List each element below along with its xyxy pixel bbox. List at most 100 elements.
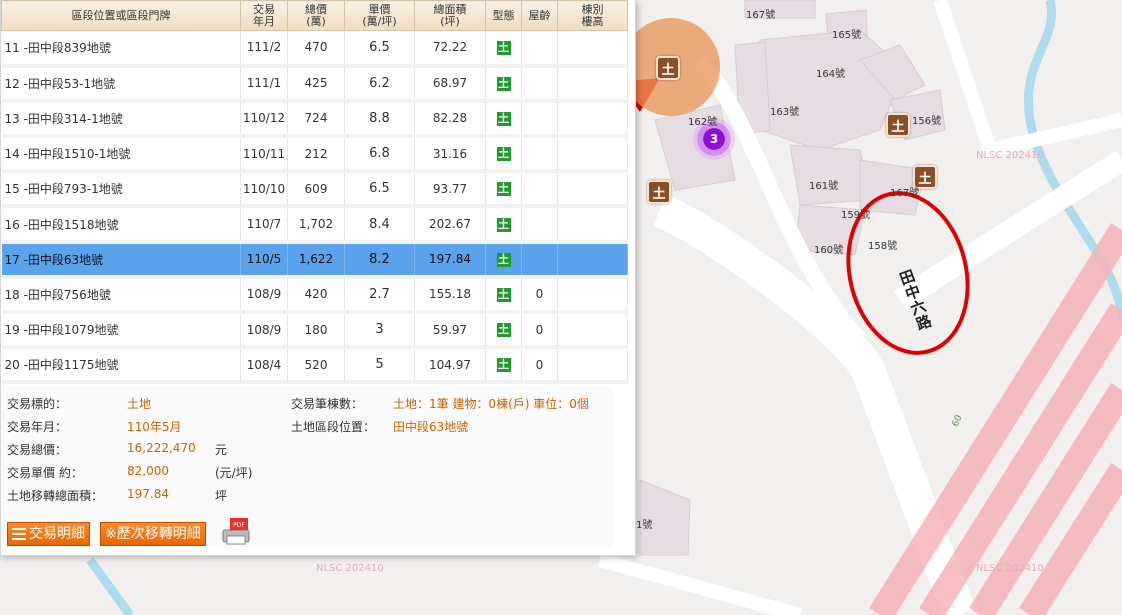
col-header-date[interactable]: 交易 年月 [240,0,288,31]
col-header-area[interactable]: 總面積 (坪) [414,0,486,31]
row-floor [557,65,628,103]
house-number-label: 167號 [890,188,920,199]
row-date: 108/9 [240,276,288,315]
row-area: 82.28 [414,100,486,139]
row-unit-price: 6.2 [344,65,415,103]
detail-unit-unit: (元/坪) [215,466,253,480]
house-number-label: 158號 [868,241,898,252]
detail-count-value: 土地：1筆 建物：0棟(戶) 車位：0個 [393,397,589,411]
detail-target-label: 交易標的： [7,397,68,411]
row-age: 0 [521,276,558,315]
house-number-label: 162號 [688,117,718,128]
row-area: 93.77 [414,171,486,209]
house-number-label: 159號 [841,210,871,221]
row-date: 108/9 [240,312,288,350]
row-date: 110/11 [240,136,288,174]
row-total-price: 180 [287,312,345,350]
row-unit-price: 8.8 [344,100,415,139]
detail-date-value: 110年5月 [127,420,182,434]
row-total-price: 470 [287,30,345,68]
detail-area-unit: 坪 [215,489,228,503]
row-type: 土 [485,276,522,315]
transaction-detail: 交易標的： 土地 交易年月： 110年5月 交易總價： 16,222,470 元… [1,387,613,547]
row-floor [557,276,628,315]
row-age [521,136,558,174]
pdf-print-icon[interactable]: PDF [221,516,251,546]
row-floor [557,312,628,350]
table-row[interactable]: 19 -田中段1079地號 108/9 180 3 59.97 土 0 [1,312,628,350]
row-floor [557,136,628,174]
row-type: 土 [485,312,522,350]
row-location: 13 -田中段314-1地號 [1,100,241,139]
row-total-price: 212 [287,136,345,174]
row-location: 20 -田中段1175地號 [1,347,241,385]
row-floor [557,241,628,279]
row-age [521,241,558,279]
table-row[interactable]: 14 -田中段1510-1地號 110/11 212 6.8 31.16 土 [1,136,628,174]
svg-text:PDF: PDF [233,522,245,529]
row-floor [557,206,628,244]
watermark: NLSC 202410 [316,563,384,574]
land-type-icon: 土 [496,252,511,267]
table-row[interactable]: 11 -田中段839地號 111/2 470 6.5 72.22 土 [1,30,628,68]
row-date: 110/5 [240,241,288,279]
row-total-price: 520 [287,347,345,385]
table-row[interactable]: 12 -田中段53-1地號 111/1 425 6.2 68.97 土 [1,65,628,103]
row-type: 土 [485,136,522,174]
col-header-floor[interactable]: 棟別 樓高 [557,0,628,31]
row-area: 197.84 [414,241,486,279]
detail-total-unit: 元 [215,443,228,457]
transaction-detail-button[interactable]: 交易明細 [7,522,90,546]
house-number-label: 160號 [814,245,844,256]
house-number-label: 156號 [912,116,942,127]
row-age [521,171,558,209]
row-type: 土 [485,206,522,244]
row-unit-price: 3 [344,312,415,350]
land-marker-highlighted[interactable]: 土 [656,56,680,80]
watermark: NLSC 202410 [976,150,1044,161]
row-floor [557,171,628,209]
row-unit-price: 6.5 [344,171,415,209]
transfer-history-button[interactable]: ※歷次移轉明細 [100,522,206,546]
row-age: 0 [521,347,558,385]
row-unit-price: 8.2 [344,241,415,279]
land-type-icon: 土 [496,111,511,126]
col-header-age[interactable]: 屋齡 [521,0,558,31]
land-marker[interactable]: 土 [647,180,671,204]
col-header-total[interactable]: 總價 (萬) [287,0,345,31]
transaction-panel: 區段位置或區段門牌 交易 年月 總價 (萬) 單價 (萬/坪) 總面積 (坪) … [0,0,636,556]
row-date: 111/2 [240,30,288,68]
table-row[interactable]: 20 -田中段1175地號 108/4 520 5 104.97 土 0 [1,347,628,385]
table-row[interactable]: 17 -田中段63地號 110/5 1,622 8.2 197.84 土 [1,241,628,279]
detail-location-label: 土地區段位置： [291,420,376,434]
col-header-unit-price[interactable]: 單價 (萬/坪) [344,0,415,31]
house-number-label: 165號 [832,30,862,41]
house-number-label: 1號 [636,520,653,531]
row-area: 68.97 [414,65,486,103]
detail-unit-label: 交易單價 約： [7,466,83,480]
row-location: 18 -田中段756地號 [1,276,241,315]
col-header-type[interactable]: 型態 [485,0,522,31]
row-location: 11 -田中段839地號 [1,30,241,68]
house-number-label: 163號 [770,107,800,118]
row-total-price: 609 [287,171,345,209]
table-header-row: 區段位置或區段門牌 交易 年月 總價 (萬) 單價 (萬/坪) 總面積 (坪) … [1,0,628,31]
land-marker[interactable]: 土 [886,113,910,137]
col-header-location[interactable]: 區段位置或區段門牌 [1,0,241,31]
table-row[interactable]: 18 -田中段756地號 108/9 420 2.7 155.18 土 0 [1,276,628,315]
table-row[interactable]: 15 -田中段793-1地號 110/10 609 6.5 93.77 土 [1,171,628,209]
land-type-icon: 土 [496,358,511,373]
row-unit-price: 6.8 [344,136,415,174]
detail-total-label: 交易總價： [7,443,68,457]
row-age [521,100,558,139]
row-date: 110/10 [240,171,288,209]
list-icon [12,528,26,540]
table-row[interactable]: 13 -田中段314-1地號 110/12 724 8.8 82.28 土 [1,100,628,139]
transaction-table: 區段位置或區段門牌 交易 年月 總價 (萬) 單價 (萬/坪) 總面積 (坪) … [1,0,628,385]
row-unit-price: 5 [344,347,415,385]
detail-area-label: 土地移轉總面積： [7,489,104,503]
row-type: 土 [485,171,522,209]
table-row[interactable]: 16 -田中段1518地號 110/7 1,702 8.4 202.67 土 [1,206,628,244]
house-number-label: 164號 [816,69,846,80]
row-age [521,30,558,68]
